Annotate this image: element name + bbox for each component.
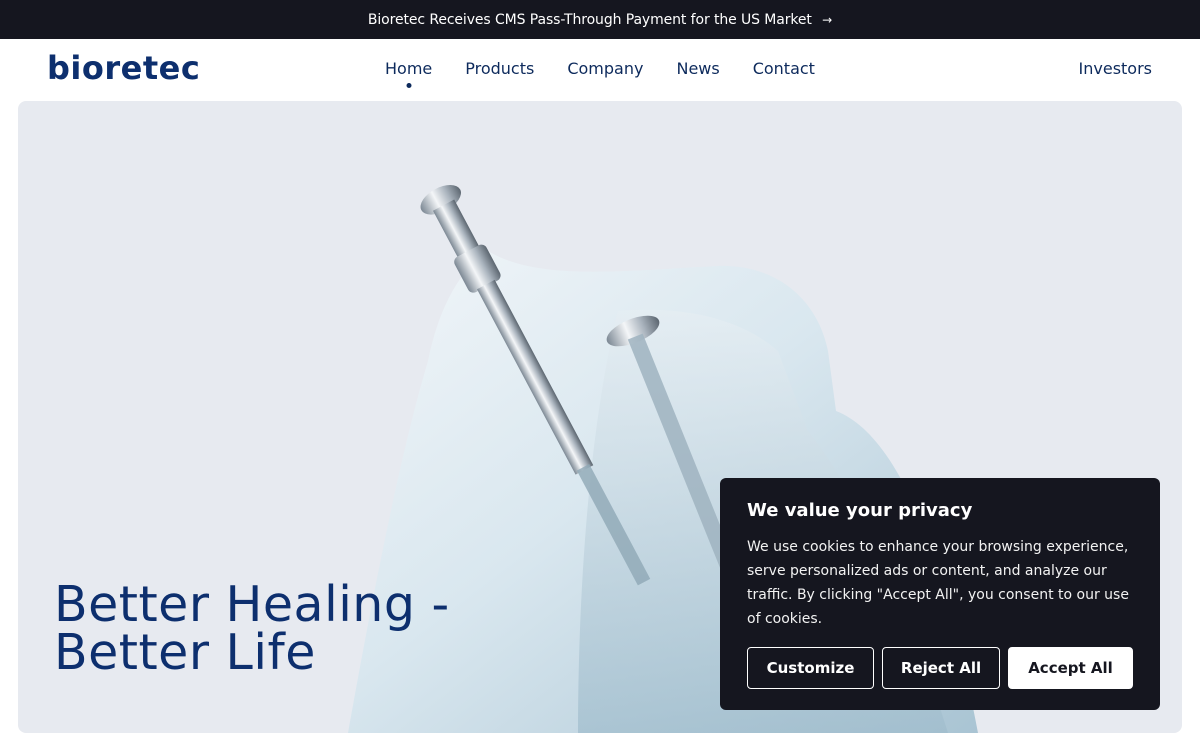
hero-title: Better Healing - Better Life (54, 576, 450, 681)
nav-item-label: News (676, 59, 720, 78)
cookie-body: We use cookies to enhance your browsing … (747, 539, 1129, 627)
nav-item-company[interactable]: Company (567, 59, 643, 78)
cookie-consent-dialog: We value your privacy We use cookies to … (720, 478, 1160, 710)
reject-all-button[interactable]: Reject All (882, 647, 1000, 689)
arrow-right-icon: → (822, 12, 833, 27)
customize-button[interactable]: Customize (747, 647, 874, 689)
investors-link[interactable]: Investors (1079, 59, 1152, 78)
nav-item-products[interactable]: Products (465, 59, 534, 78)
cookie-buttons: Customize Reject All Accept All (747, 647, 1141, 689)
announcement-link[interactable]: Bioretec Receives CMS Pass-Through Payme… (368, 12, 832, 28)
nav-item-label: Contact (752, 59, 815, 78)
nav-item-news[interactable]: News (676, 59, 719, 78)
nav-item-home[interactable]: Home (385, 59, 433, 88)
announcement-bar: Bioretec Receives CMS Pass-Through Payme… (0, 0, 1200, 39)
active-indicator (406, 83, 412, 88)
accept-all-button[interactable]: Accept All (1008, 647, 1133, 689)
announcement-text: Bioretec Receives CMS Pass-Through Payme… (367, 11, 812, 28)
nav-item-contact[interactable]: Contact (753, 59, 815, 78)
nav-item-label: Products (465, 59, 535, 78)
nav-item-label: Home (385, 59, 433, 78)
site-header: bioretec Home Products Company News Cont… (0, 39, 1200, 101)
main-nav: Home Products Company News Contact (385, 59, 848, 88)
hero-title-line1: Better Healing - (54, 576, 450, 633)
cookie-title: We value your privacy (747, 500, 973, 521)
hero-title-line2: Better Life (54, 624, 316, 681)
nav-item-label: Company (567, 59, 644, 78)
logo[interactable]: bioretec (47, 49, 200, 87)
